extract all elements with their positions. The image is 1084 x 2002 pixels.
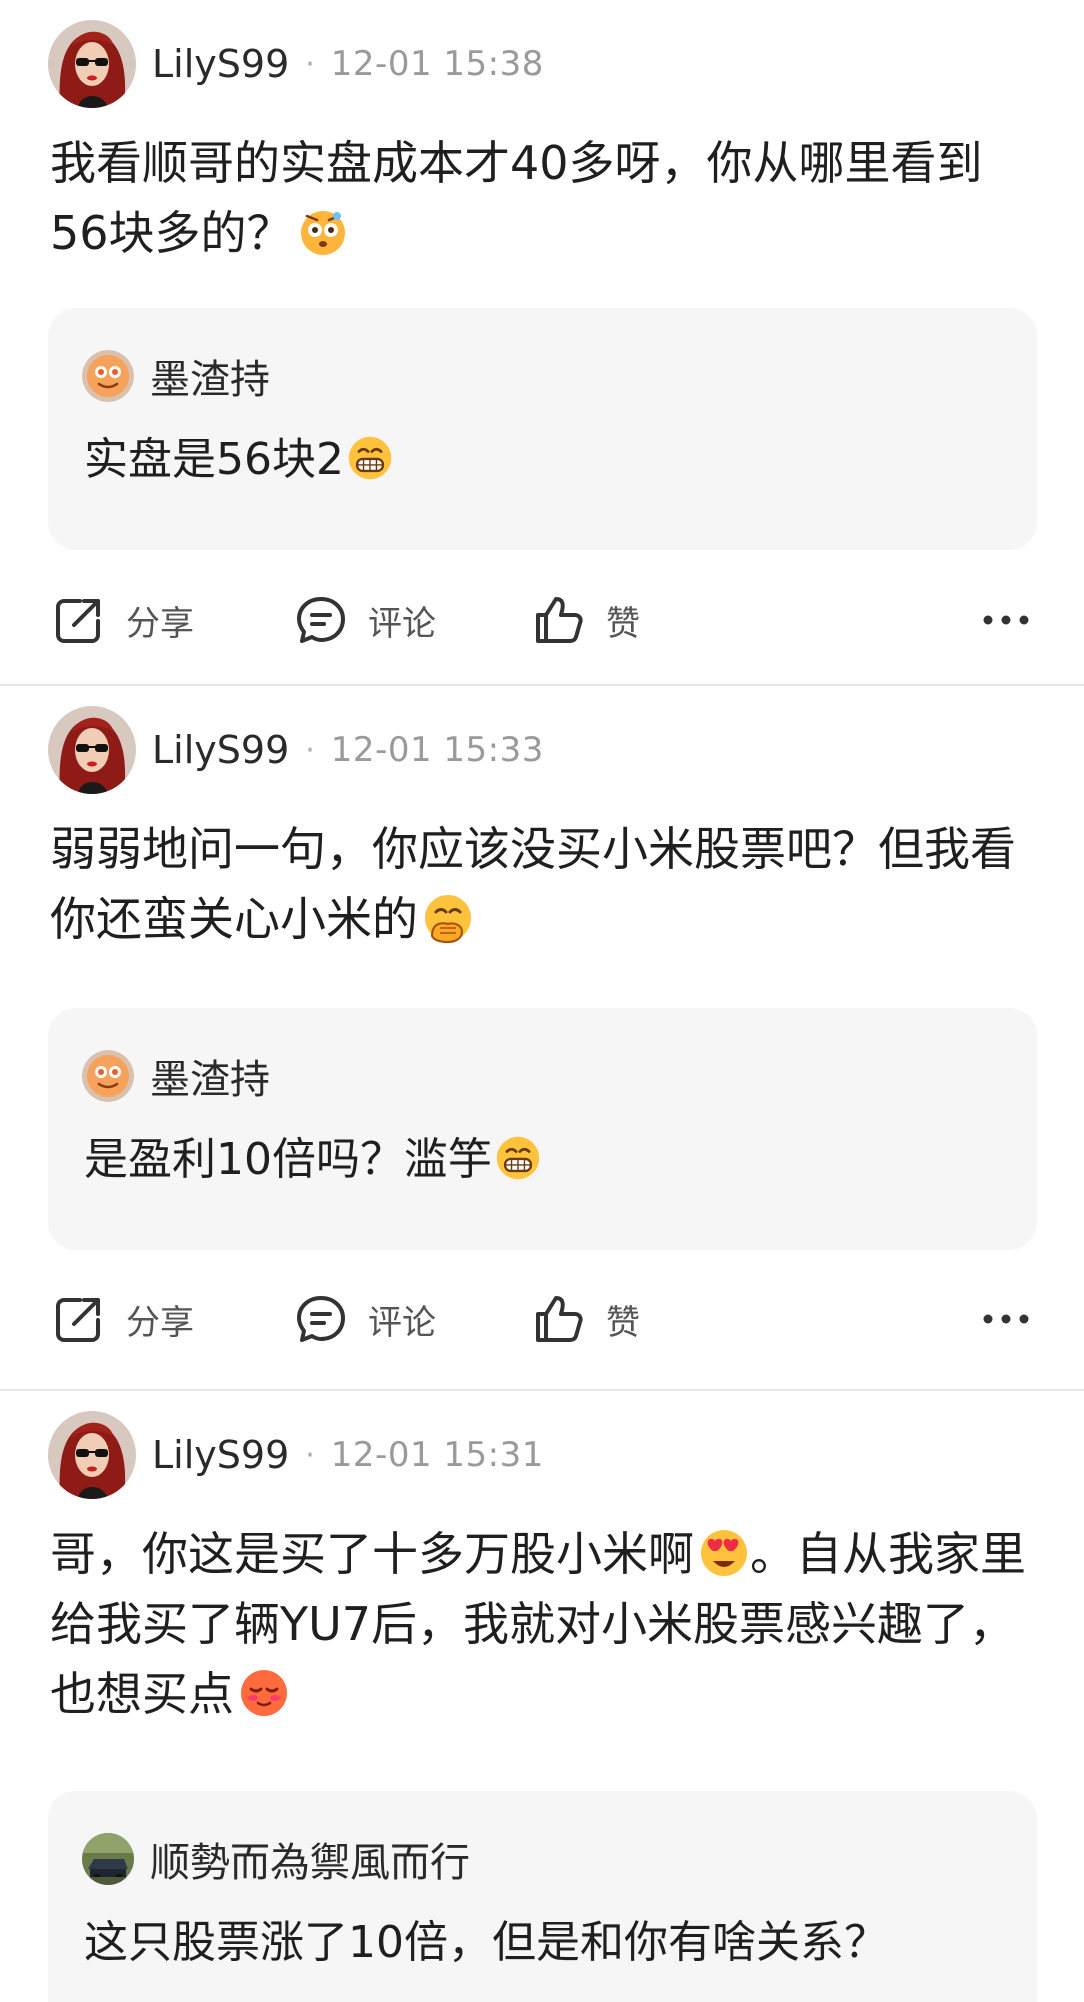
action-bar: 分享 评论 赞 bbox=[0, 585, 1084, 655]
reply-text: 实盘是56块2 bbox=[84, 430, 394, 490]
more-icon bbox=[983, 615, 1029, 625]
comment-feed: LilyS99 · 12-01 15:38 我看顺哥的实盘成本才40多呀，你从哪… bbox=[0, 0, 1084, 2002]
more-icon bbox=[983, 1314, 1029, 1324]
share-label: 分享 bbox=[126, 603, 194, 644]
heart-eyes-emoji bbox=[698, 1527, 750, 1579]
comment-text-part1: 哥，你这是买了十多万股小米啊 bbox=[50, 1527, 694, 1581]
reply-box[interactable]: 墨渣持 实盘是56块2 bbox=[48, 308, 1037, 550]
reply-text-content: 是盈利10倍吗？滥竽 bbox=[84, 1134, 492, 1185]
user-avatar[interactable] bbox=[48, 20, 136, 108]
grinning-emoji bbox=[346, 434, 394, 482]
more-button[interactable] bbox=[980, 1284, 1032, 1354]
reply-avatar[interactable] bbox=[82, 1050, 134, 1102]
comment-label: 评论 bbox=[368, 603, 436, 644]
avatar-image bbox=[48, 706, 136, 794]
comment-text: 我看顺哥的实盘成本才40多呀，你从哪里看到56块多的？ bbox=[50, 128, 1040, 268]
grinning-emoji bbox=[494, 1134, 542, 1182]
share-button[interactable]: 分享 bbox=[52, 585, 194, 655]
reply-username[interactable]: 顺勢而為禦風而行 bbox=[150, 1830, 470, 1888]
separator-dot: · bbox=[305, 732, 315, 768]
reply-text: 这只股票涨了10倍，但是和你有啥关系？ bbox=[84, 1917, 888, 1968]
like-button[interactable]: 赞 bbox=[532, 585, 640, 655]
comment-text: 弱弱地问一句，你应该没买小米股票吧？但我看你还蛮关心小米的 bbox=[50, 814, 1040, 954]
user-avatar[interactable] bbox=[48, 706, 136, 794]
share-icon bbox=[56, 599, 100, 643]
like-button[interactable]: 赞 bbox=[532, 1284, 640, 1354]
comment-item: LilyS99 · 12-01 15:31 哥，你这是买了十多万股小米啊 。自从我… bbox=[0, 1391, 1084, 2002]
action-bar: 分享 评论 赞 bbox=[0, 1284, 1084, 1354]
share-button[interactable]: 分享 bbox=[52, 1284, 194, 1354]
reply-avatar[interactable] bbox=[82, 350, 134, 402]
comment-header: LilyS99 · 12-01 15:38 bbox=[48, 20, 544, 108]
reply-header: 顺勢而為禦風而行 bbox=[82, 1831, 470, 1887]
blushing-emoji bbox=[238, 1667, 290, 1719]
reply-text-content: 实盘是56块2 bbox=[84, 434, 344, 485]
separator-dot: · bbox=[305, 46, 315, 82]
reply-username[interactable]: 墨渣持 bbox=[150, 347, 270, 405]
thumbs-up-icon bbox=[536, 1296, 583, 1342]
reply-box[interactable]: 顺勢而為禦風而行 这只股票涨了10倍，但是和你有啥关系？ bbox=[48, 1791, 1037, 2002]
comment-icon bbox=[297, 597, 345, 643]
comment-text-content: 弱弱地问一句，你应该没买小米股票吧？但我看你还蛮关心小米的 bbox=[50, 822, 1016, 946]
dizzy-thinking-emoji bbox=[297, 206, 349, 258]
reply-header: 墨渣持 bbox=[82, 348, 270, 404]
comment-text-content: 我看顺哥的实盘成本才40多呀，你从哪里看到56块多的？ bbox=[50, 136, 983, 260]
avatar-image bbox=[48, 1411, 136, 1499]
avatar-image bbox=[48, 20, 136, 108]
username[interactable]: LilyS99 bbox=[152, 42, 289, 86]
thumbs-up-icon bbox=[536, 597, 583, 643]
comment-button[interactable]: 评论 bbox=[294, 585, 436, 655]
reply-text: 是盈利10倍吗？滥竽 bbox=[84, 1130, 542, 1190]
comment-icon bbox=[297, 1296, 345, 1342]
more-button[interactable] bbox=[980, 585, 1032, 655]
reply-avatar[interactable] bbox=[82, 1833, 134, 1885]
timestamp: 12-01 15:31 bbox=[330, 1435, 544, 1475]
comment-header: LilyS99 · 12-01 15:33 bbox=[48, 706, 544, 794]
comment-item: LilyS99 · 12-01 15:33 弱弱地问一句，你应该没买小米股票吧？… bbox=[0, 686, 1084, 1391]
comment-header: LilyS99 · 12-01 15:31 bbox=[48, 1411, 544, 1499]
reply-header: 墨渣持 bbox=[82, 1048, 270, 1104]
comment-button[interactable]: 评论 bbox=[294, 1284, 436, 1354]
username[interactable]: LilyS99 bbox=[152, 1433, 289, 1477]
timestamp: 12-01 15:38 bbox=[330, 44, 544, 84]
hand-over-mouth-emoji bbox=[422, 892, 474, 944]
like-label: 赞 bbox=[606, 1302, 640, 1343]
user-avatar[interactable] bbox=[48, 1411, 136, 1499]
share-icon bbox=[56, 1298, 100, 1342]
username[interactable]: LilyS99 bbox=[152, 728, 289, 772]
comment-text: 哥，你这是买了十多万股小米啊 。自从我家里给我买了辆YU7后，我就对小米股票感兴趣… bbox=[50, 1519, 1040, 1729]
separator-dot: · bbox=[305, 1437, 315, 1473]
reply-box[interactable]: 墨渣持 是盈利10倍吗？滥竽 bbox=[48, 1008, 1037, 1250]
reply-username[interactable]: 墨渣持 bbox=[150, 1047, 270, 1105]
comment-item: LilyS99 · 12-01 15:38 我看顺哥的实盘成本才40多呀，你从哪… bbox=[0, 0, 1084, 686]
timestamp: 12-01 15:33 bbox=[330, 730, 544, 770]
comment-label: 评论 bbox=[368, 1302, 436, 1343]
share-label: 分享 bbox=[126, 1302, 194, 1343]
like-label: 赞 bbox=[606, 603, 640, 644]
